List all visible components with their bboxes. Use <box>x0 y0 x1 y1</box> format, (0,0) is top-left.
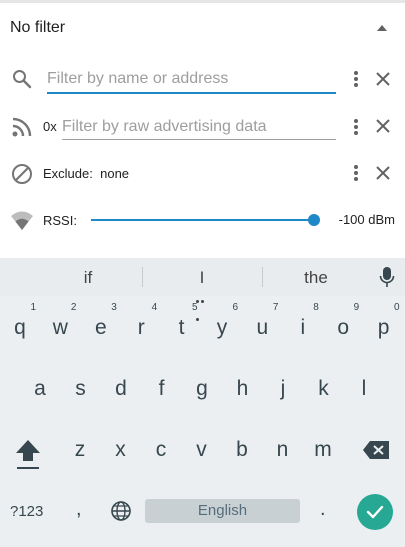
comma-key[interactable]: , <box>76 498 82 521</box>
key-q[interactable]: q1 <box>2 302 38 348</box>
rssi-slider-thumb[interactable] <box>308 214 320 226</box>
backspace-key-icon[interactable] <box>362 440 390 460</box>
key-letter: y <box>216 316 228 339</box>
key-g[interactable]: g <box>184 369 220 409</box>
key-f[interactable]: f <box>144 369 180 409</box>
rssi-value: -100 dBm <box>338 212 395 227</box>
more-suggestions-icon[interactable] <box>196 290 210 321</box>
raw-filter-input[interactable]: Filter by raw advertising data <box>62 118 267 136</box>
suggestion-divider <box>142 267 143 287</box>
key-letter: e <box>94 316 107 339</box>
name-filter-underline <box>47 92 336 94</box>
raw-filter-prefix: 0x <box>43 119 57 134</box>
name-filter-input[interactable]: Filter by name or address <box>47 70 228 88</box>
key-d[interactable]: d <box>103 369 139 409</box>
suggestion-divider <box>262 267 263 287</box>
key-u[interactable]: u7 <box>244 302 280 348</box>
key-letter: i <box>300 316 306 339</box>
key-v[interactable]: v <box>184 430 220 470</box>
suggestion-strip: if I the <box>0 258 405 321</box>
key-number-hint: 9 <box>353 302 360 313</box>
symbols-key[interactable]: ?123 <box>10 503 43 520</box>
globe-icon[interactable] <box>110 500 132 522</box>
key-number-hint: 7 <box>272 302 279 313</box>
key-y[interactable]: y6 <box>204 302 240 348</box>
key-letter: q <box>14 316 26 339</box>
microphone-icon[interactable] <box>379 266 395 288</box>
filter-header-title: No filter <box>10 19 66 36</box>
collapse-caret-icon[interactable] <box>377 25 387 31</box>
space-key[interactable]: English <box>145 499 300 523</box>
key-k[interactable]: k <box>306 369 342 409</box>
suggestion-1[interactable]: if <box>58 268 118 288</box>
key-m[interactable]: m <box>305 430 341 470</box>
key-l[interactable]: l <box>346 369 382 409</box>
wifi-signal-icon <box>11 211 33 230</box>
filter-panel: No filter Filter by name or address 0x F… <box>0 0 405 258</box>
key-letter: r <box>137 316 145 339</box>
key-o[interactable]: o9 <box>325 302 361 348</box>
key-p[interactable]: p0 <box>366 302 402 348</box>
key-letter: w <box>52 316 68 339</box>
exclude-more-icon[interactable] <box>350 163 362 183</box>
name-filter-more-icon[interactable] <box>350 69 362 89</box>
key-letter: u <box>256 316 269 339</box>
key-number-hint: 6 <box>232 302 238 313</box>
key-a[interactable]: a <box>22 369 58 409</box>
exclude-value: none <box>100 166 130 181</box>
key-h[interactable]: h <box>225 369 261 409</box>
key-w[interactable]: w2 <box>42 302 78 348</box>
key-letter: p <box>377 316 390 339</box>
suggestion-2[interactable]: I <box>172 268 232 288</box>
key-number-hint: 5 <box>192 302 198 313</box>
rssi-label: RSSI: <box>43 213 77 228</box>
key-number-hint: 3 <box>111 302 117 313</box>
key-z[interactable]: z <box>62 430 98 470</box>
search-icon <box>13 70 32 89</box>
shift-key-icon[interactable] <box>14 438 42 472</box>
period-key[interactable]: . <box>320 498 326 521</box>
raw-filter-underline <box>62 139 336 140</box>
divider <box>0 0 405 3</box>
key-e[interactable]: e3 <box>83 302 119 348</box>
key-x[interactable]: x <box>103 430 139 470</box>
enter-key[interactable] <box>357 494 393 530</box>
rss-icon <box>12 117 32 137</box>
raw-filter-more-icon[interactable] <box>350 117 362 137</box>
key-number-hint: 2 <box>70 302 77 313</box>
key-number-hint: 0 <box>394 302 400 313</box>
raw-filter-clear-icon[interactable] <box>373 116 393 136</box>
block-icon <box>12 164 32 184</box>
rssi-slider-track[interactable] <box>91 219 314 221</box>
checkmark-icon <box>366 505 384 519</box>
exclude-clear-icon[interactable] <box>373 163 393 183</box>
key-t[interactable]: t5 <box>164 302 200 348</box>
key-n[interactable]: n <box>265 430 301 470</box>
key-i[interactable]: i8 <box>285 302 321 348</box>
key-number-hint: 8 <box>313 302 319 313</box>
key-number-hint: 1 <box>30 302 36 313</box>
name-filter-clear-icon[interactable] <box>373 69 393 89</box>
key-b[interactable]: b <box>224 430 260 470</box>
key-c[interactable]: c <box>143 430 179 470</box>
key-letter: t <box>178 316 185 339</box>
suggestion-3[interactable]: the <box>286 268 346 288</box>
key-s[interactable]: s <box>63 369 99 409</box>
exclude-filter[interactable]: Exclude: none <box>43 166 129 181</box>
key-j[interactable]: j <box>265 369 301 409</box>
key-letter: o <box>337 316 350 339</box>
soft-keyboard: if I the q1w2e3r4t5y6u7i8o9p0 asdfghjkl … <box>0 258 405 547</box>
exclude-label: Exclude: <box>43 166 93 181</box>
key-number-hint: 4 <box>151 302 158 313</box>
key-r[interactable]: r4 <box>123 302 159 348</box>
